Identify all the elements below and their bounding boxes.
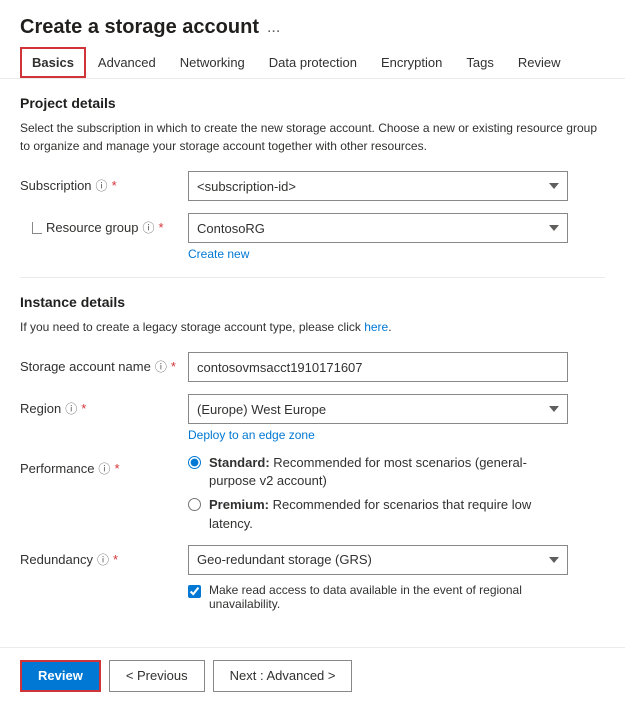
tab-bar: Basics Advanced Networking Data protecti…: [0, 47, 625, 79]
footer: Review < Previous Next : Advanced >: [0, 647, 625, 704]
read-access-checkbox-label[interactable]: Make read access to data available in th…: [188, 583, 568, 611]
performance-standard-radio[interactable]: [188, 456, 201, 469]
instance-details-title: Instance details: [20, 294, 605, 310]
performance-standard-option[interactable]: Standard: Recommended for most scenarios…: [188, 454, 568, 490]
resource-group-control: ContosoRG Create new: [188, 213, 568, 261]
region-required: *: [81, 401, 86, 416]
tab-encryption[interactable]: Encryption: [369, 47, 454, 78]
performance-info-icon[interactable]: ⓘ: [98, 460, 110, 477]
instance-details-desc: If you need to create a legacy storage a…: [20, 318, 600, 336]
performance-required: *: [114, 461, 119, 476]
performance-premium-radio[interactable]: [188, 498, 201, 511]
next-button[interactable]: Next : Advanced >: [213, 660, 353, 692]
region-select[interactable]: (Europe) West Europe: [188, 394, 568, 424]
storage-name-control: [188, 352, 568, 382]
checkbox-container: Make read access to data available in th…: [188, 583, 568, 611]
performance-standard-label: Standard: Recommended for most scenarios…: [209, 454, 568, 490]
performance-premium-option[interactable]: Premium: Recommended for scenarios that …: [188, 496, 568, 532]
subscription-control: <subscription-id>: [188, 171, 568, 201]
resource-group-label: Resource group: [46, 220, 139, 235]
region-control: (Europe) West Europe Deploy to an edge z…: [188, 394, 568, 442]
more-options-icon[interactable]: ...: [267, 19, 280, 37]
instance-details-section: Instance details If you need to create a…: [20, 294, 605, 611]
tab-tags[interactable]: Tags: [454, 47, 505, 78]
redundancy-row: Redundancy ⓘ * Geo-redundant storage (GR…: [20, 545, 605, 611]
redundancy-label: Redundancy ⓘ *: [20, 545, 180, 568]
page-title: Create a storage account: [20, 16, 259, 39]
region-label: Region ⓘ *: [20, 394, 180, 417]
region-info-icon[interactable]: ⓘ: [65, 400, 77, 417]
performance-label: Performance ⓘ *: [20, 454, 180, 477]
page-header: Create a storage account ...: [0, 0, 625, 47]
region-row: Region ⓘ * (Europe) West Europe Deploy t…: [20, 394, 605, 442]
subscription-row: Subscription ⓘ * <subscription-id>: [20, 171, 605, 201]
resource-group-info-icon[interactable]: ⓘ: [143, 219, 155, 236]
read-access-label: Make read access to data available in th…: [209, 583, 568, 611]
resource-group-select[interactable]: ContosoRG: [188, 213, 568, 243]
performance-row: Performance ⓘ * Standard: Recommended fo…: [20, 454, 605, 533]
redundancy-select[interactable]: Geo-redundant storage (GRS): [188, 545, 568, 575]
create-new-link[interactable]: Create new: [188, 247, 568, 261]
previous-button[interactable]: < Previous: [109, 660, 205, 692]
subscription-required: *: [112, 178, 117, 193]
storage-name-input[interactable]: [188, 352, 568, 382]
deploy-edge-link[interactable]: Deploy to an edge zone: [188, 428, 568, 442]
redundancy-control: Geo-redundant storage (GRS) Make read ac…: [188, 545, 568, 611]
tab-data-protection[interactable]: Data protection: [257, 47, 369, 78]
performance-control: Standard: Recommended for most scenarios…: [188, 454, 568, 533]
resource-group-required: *: [159, 220, 164, 235]
resource-group-label-container: Resource group ⓘ *: [20, 213, 180, 236]
project-details-title: Project details: [20, 95, 605, 111]
tab-review[interactable]: Review: [506, 47, 573, 78]
storage-name-info-icon[interactable]: ⓘ: [155, 358, 167, 375]
tab-advanced[interactable]: Advanced: [86, 47, 168, 78]
redundancy-required: *: [113, 552, 118, 567]
subscription-label: Subscription ⓘ *: [20, 171, 180, 194]
main-content: Project details Select the subscription …: [0, 79, 625, 639]
project-details-desc: Select the subscription in which to crea…: [20, 119, 600, 155]
project-details-section: Project details Select the subscription …: [20, 95, 605, 261]
subscription-info-icon[interactable]: ⓘ: [96, 177, 108, 194]
review-button[interactable]: Review: [20, 660, 101, 692]
storage-name-required: *: [171, 359, 176, 374]
storage-name-label: Storage account name ⓘ *: [20, 352, 180, 375]
section-divider-1: [20, 277, 605, 278]
subscription-select[interactable]: <subscription-id>: [188, 171, 568, 201]
storage-name-row: Storage account name ⓘ *: [20, 352, 605, 382]
resource-group-row: Resource group ⓘ * ContosoRG Create new: [20, 213, 605, 261]
read-access-checkbox[interactable]: [188, 585, 201, 598]
here-link[interactable]: here: [364, 320, 388, 334]
performance-premium-label: Premium: Recommended for scenarios that …: [209, 496, 568, 532]
tab-basics[interactable]: Basics: [20, 47, 86, 78]
tab-networking[interactable]: Networking: [168, 47, 257, 78]
redundancy-info-icon[interactable]: ⓘ: [97, 551, 109, 568]
